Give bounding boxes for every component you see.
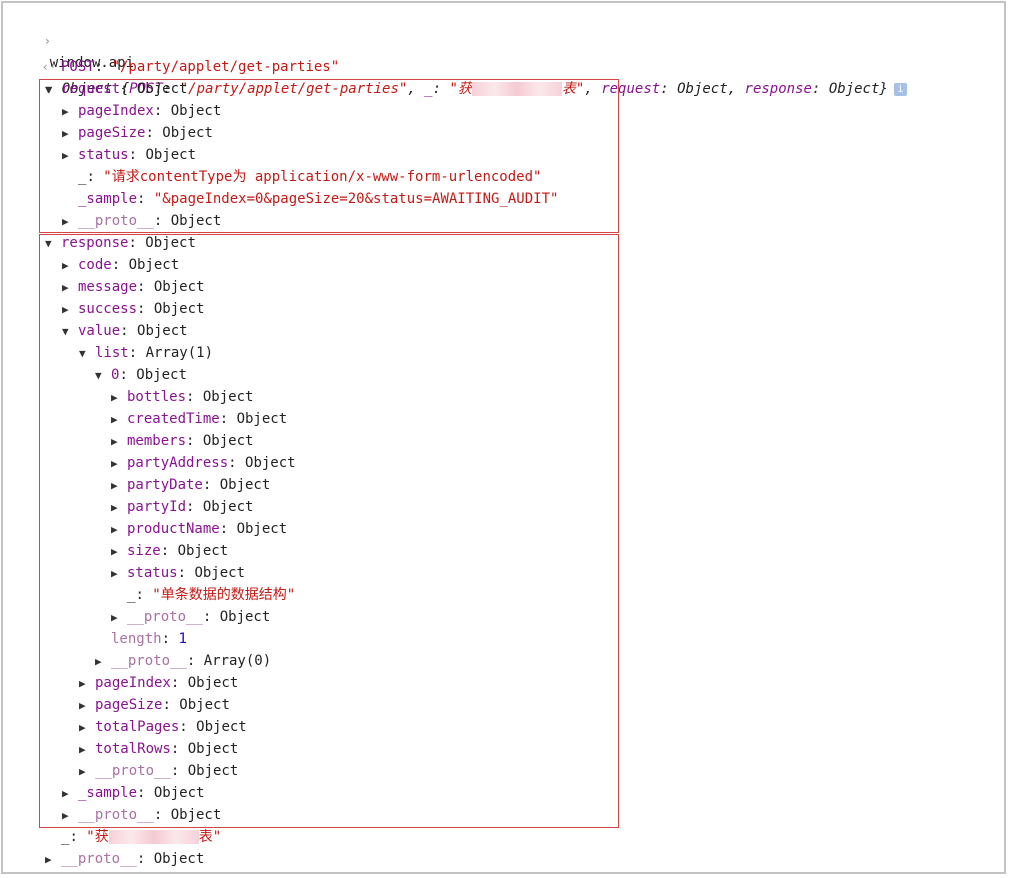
request-highlight-box — [39, 79, 619, 233]
devtools-console: › window.api ‹· ▼ Object {POST: "/party/a… — [0, 0, 1011, 878]
property-separator: : — [136, 851, 154, 867]
property-key: POST — [61, 59, 95, 75]
tree-row-root-proto[interactable]: ▶ __proto__: Object — [45, 848, 204, 870]
console-result-summary[interactable]: ‹· ▼ Object {POST: "/party/applet/get-par… — [8, 34, 907, 97]
property-separator: : — [94, 59, 112, 75]
property-value-start: "获 — [86, 829, 109, 845]
response-highlight-box — [39, 234, 619, 828]
property-value-end: 表" — [198, 829, 222, 845]
tree-row-post: POST: "/party/applet/get-parties" — [45, 56, 339, 78]
tree-row-root-underscore: _: "获 表" — [45, 826, 221, 848]
property-separator: : — [69, 829, 87, 845]
info-icon[interactable]: i — [893, 82, 907, 96]
property-value: Object — [153, 851, 205, 867]
console-input-line: › window.api — [10, 8, 134, 71]
redacted-text — [108, 830, 199, 844]
collapsed-triangle-icon[interactable]: ▶ — [45, 849, 61, 871]
property-value: "/party/applet/get-parties" — [111, 59, 340, 75]
property-key: __proto__ — [61, 851, 137, 867]
